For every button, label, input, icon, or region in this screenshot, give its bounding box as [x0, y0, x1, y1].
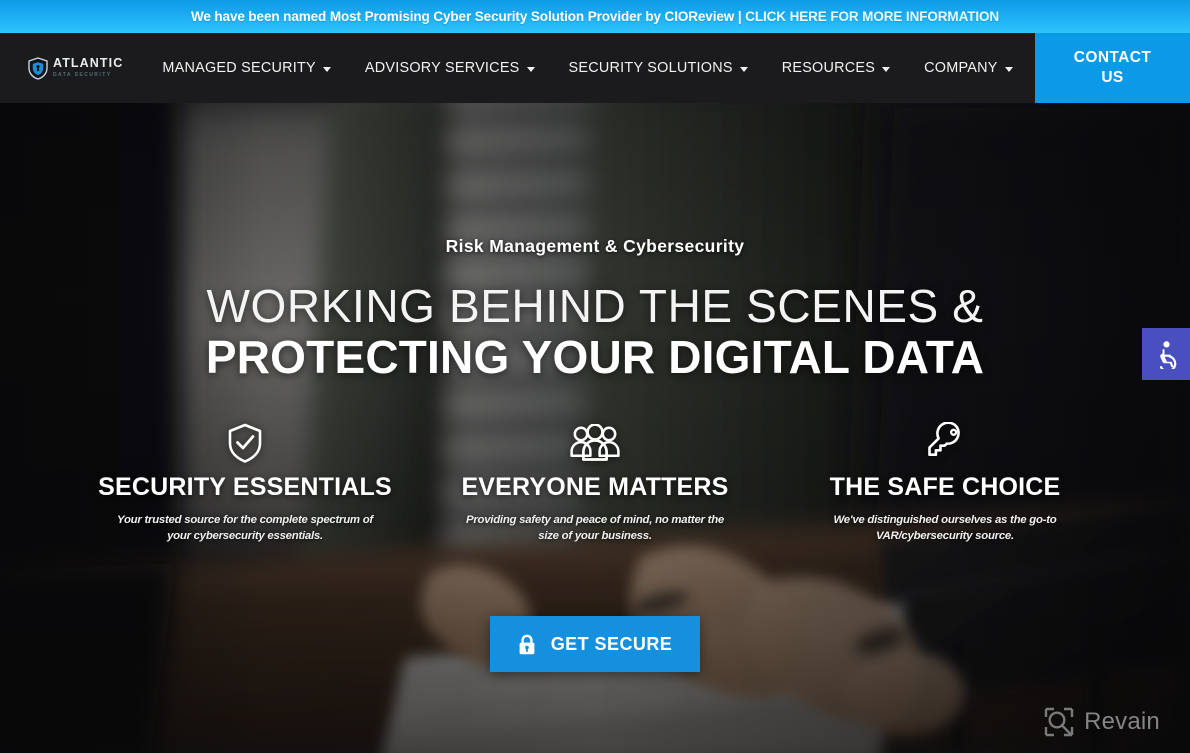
- nav-item-label: MANAGED SECURITY: [162, 60, 316, 76]
- get-secure-button[interactable]: GET SECURE: [490, 616, 700, 672]
- shield-check-icon: [228, 423, 262, 463]
- contact-us-line-1: CONTACT: [1073, 49, 1152, 66]
- hero-headline-line-1: WORKING BEHIND THE SCENES &: [206, 280, 984, 332]
- feature-the-safe-choice: THE SAFE CHOICE We've distinguished ours…: [795, 422, 1095, 544]
- chevron-down-icon: [882, 66, 891, 72]
- chevron-down-icon: [526, 66, 535, 72]
- feature-description: We've distinguished ourselves as the go-…: [833, 514, 1057, 542]
- hero-content: Risk Management & Cybersecurity WORKING …: [0, 103, 1190, 753]
- contact-us-button[interactable]: CONTACT US: [1035, 33, 1190, 103]
- nav-item-list: MANAGED SECURITY ADVISORY SERVICES SECUR…: [145, 33, 1029, 103]
- contact-us-label: CONTACT US: [1074, 48, 1151, 88]
- brand-tagline: DATA SECURITY: [53, 72, 112, 78]
- feature-description: Providing safety and peace of mind, no m…: [465, 514, 724, 542]
- nav-item-managed-security[interactable]: MANAGED SECURITY: [145, 33, 348, 103]
- get-secure-label: GET SECURE: [550, 633, 673, 654]
- feature-icon-wrap: [926, 422, 964, 464]
- nav-item-company[interactable]: COMPANY: [907, 33, 1029, 103]
- announcement-lead: We have been named Most Promising Cyber …: [190, 9, 746, 24]
- feature-icon-wrap: [570, 422, 620, 464]
- lock-icon: [519, 634, 535, 654]
- hero-feature-list: SECURITY ESSENTIALS Your trusted source …: [95, 422, 1095, 544]
- feature-title: THE SAFE CHOICE: [829, 473, 1061, 501]
- chevron-down-icon: [322, 66, 331, 72]
- announcement-cta-link[interactable]: CLICK HERE FOR MORE INFORMATION: [745, 9, 999, 24]
- nav-item-label: SECURITY SOLUTIONS: [568, 60, 733, 76]
- brand-wordmark: ATLANTIC DATA SECURITY: [53, 57, 123, 79]
- nav-item-resources[interactable]: RESOURCES: [765, 33, 907, 103]
- wheelchair-accessibility-icon: [1159, 340, 1176, 369]
- hero-section: Risk Management & Cybersecurity WORKING …: [0, 103, 1190, 753]
- feature-security-essentials: SECURITY ESSENTIALS Your trusted source …: [95, 422, 395, 544]
- nav-item-label: COMPANY: [924, 60, 998, 76]
- accessibility-widget-button[interactable]: [1142, 328, 1190, 380]
- feature-description: Your trusted source for the complete spe…: [117, 514, 373, 542]
- chevron-down-icon: [1004, 66, 1013, 72]
- nav-item-advisory-services[interactable]: ADVISORY SERVICES: [348, 33, 552, 103]
- shield-icon: [28, 56, 48, 80]
- feature-icon-wrap: [224, 422, 266, 464]
- hero-cta-wrapper: GET SECURE: [490, 616, 700, 672]
- contact-us-line-2: US: [1101, 69, 1124, 86]
- users-group-icon: [570, 424, 620, 461]
- main-navigation-bar: ATLANTIC DATA SECURITY MANAGED SECURITY …: [0, 33, 1190, 103]
- nav-item-label: RESOURCES: [781, 60, 876, 76]
- key-icon: [928, 422, 960, 456]
- hero-eyebrow: Risk Management & Cybersecurity: [445, 236, 745, 256]
- nav-item-label: ADVISORY SERVICES: [364, 60, 520, 76]
- announcement-banner[interactable]: We have been named Most Promising Cyber …: [0, 0, 1190, 33]
- feature-title: SECURITY ESSENTIALS: [98, 473, 392, 501]
- feature-title: EVERYONE MATTERS: [461, 473, 729, 501]
- brand-logo[interactable]: ATLANTIC DATA SECURITY: [28, 33, 123, 103]
- nav-item-security-solutions[interactable]: SECURITY SOLUTIONS: [552, 33, 765, 103]
- feature-everyone-matters: EVERYONE MATTERS Providing safety and pe…: [445, 422, 745, 544]
- announcement-text: We have been named Most Promising Cyber …: [191, 9, 999, 24]
- brand-name: ATLANTIC: [53, 56, 124, 70]
- hero-headline-line-2: PROTECTING YOUR DIGITAL DATA: [205, 331, 985, 383]
- chevron-down-icon: [739, 66, 748, 72]
